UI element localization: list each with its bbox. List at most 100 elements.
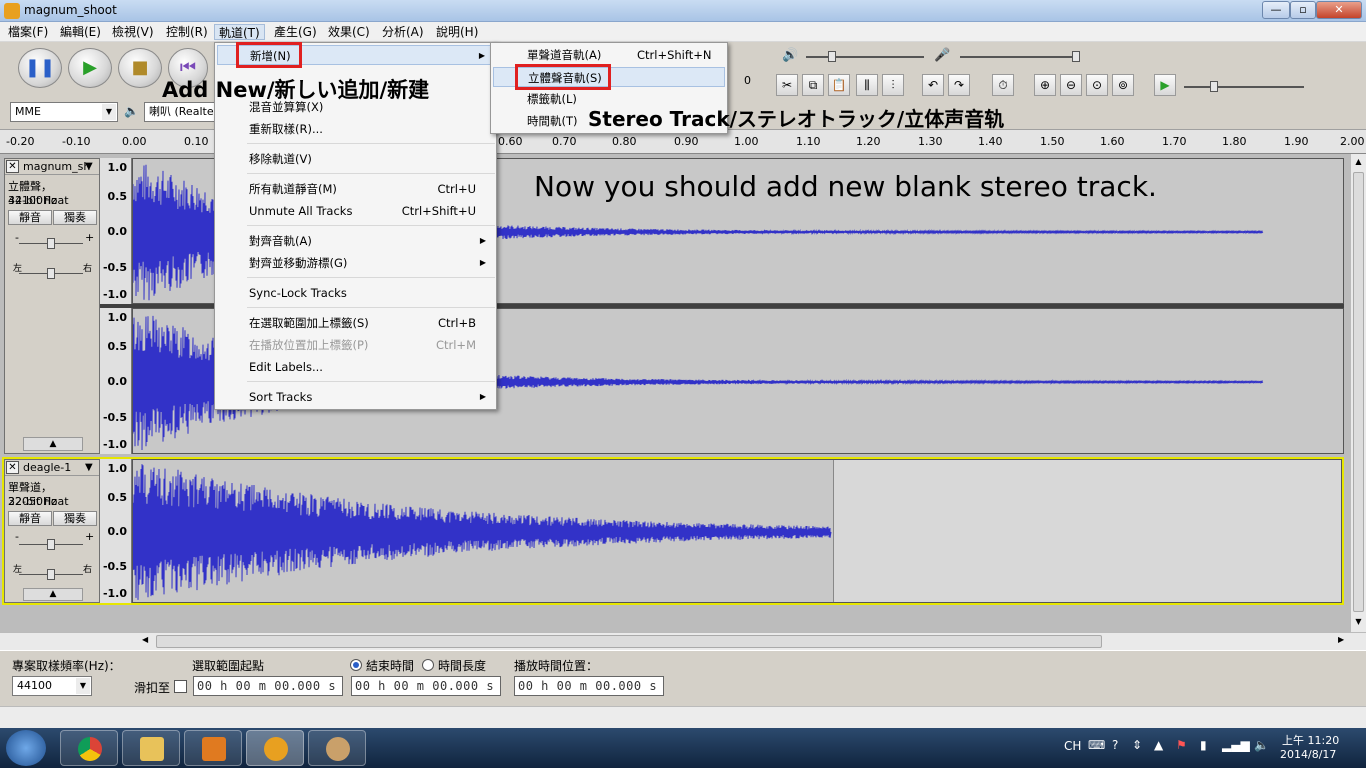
fit-selection-icon[interactable]: ⊙ xyxy=(1086,74,1108,96)
record-volume-slider[interactable] xyxy=(960,51,1080,62)
horizontal-scrollbar[interactable]: ◀ ▶ xyxy=(0,632,1366,650)
scroll-left-icon[interactable]: ◀ xyxy=(142,635,148,644)
menu-view[interactable]: 檢視(V) xyxy=(108,24,158,40)
slider-knob[interactable] xyxy=(47,569,55,580)
menu-control[interactable]: 控制(R) xyxy=(162,24,212,40)
collapse-track-button[interactable]: ▲ xyxy=(23,588,83,601)
playback-volume-slider[interactable] xyxy=(806,51,924,62)
track-menu-icon[interactable]: ▼ xyxy=(85,160,93,174)
close-button[interactable]: ✕ xyxy=(1316,1,1362,19)
menu-analyze[interactable]: 分析(A) xyxy=(378,24,428,40)
taskbar-paint[interactable] xyxy=(308,730,366,766)
project-rate-select[interactable]: 44100 ▼ xyxy=(12,676,92,696)
close-track-button[interactable]: ✕ xyxy=(6,160,19,173)
menu-item-unmute-all[interactable]: Unmute All Tracks Ctrl+Shift+U xyxy=(217,201,494,221)
menu-item-resample[interactable]: 重新取樣(R)... xyxy=(217,119,494,139)
track-name[interactable]: deagle-1 xyxy=(23,461,71,475)
start-button[interactable] xyxy=(6,730,46,766)
scroll-right-icon[interactable]: ▶ xyxy=(1338,635,1344,644)
submenu-item-mono-track[interactable]: 單聲道音軌(A) Ctrl+Shift+N xyxy=(493,45,725,65)
track-control-panel[interactable]: ✕ magnum_sh ▼ 立體聲，44100Hz 32-bit float 靜… xyxy=(4,158,100,454)
scroll-thumb[interactable] xyxy=(1353,172,1364,612)
menu-generate[interactable]: 產生(G) xyxy=(270,24,321,40)
solo-button[interactable]: 獨奏 xyxy=(53,511,97,526)
undo-icon[interactable]: ↶ xyxy=(922,74,944,96)
taskbar-audacity[interactable] xyxy=(246,730,304,766)
menu-item-mute-all[interactable]: 所有軌道靜音(M) Ctrl+U xyxy=(217,179,494,199)
gain-slider[interactable] xyxy=(19,539,83,550)
minimize-button[interactable]: — xyxy=(1262,1,1290,19)
slider-knob[interactable] xyxy=(1210,81,1218,92)
menu-file[interactable]: 檔案(F) xyxy=(4,24,52,40)
snap-to-checkbox[interactable] xyxy=(174,680,187,693)
signal-icon[interactable]: ▂▄▆ xyxy=(1222,738,1250,752)
slider-knob[interactable] xyxy=(47,539,55,550)
host-select[interactable]: MME ▼ xyxy=(10,102,118,122)
scroll-thumb[interactable] xyxy=(156,635,1102,648)
menu-help[interactable]: 說明(H) xyxy=(432,24,482,40)
menu-item-edit-labels[interactable]: Edit Labels... xyxy=(217,357,494,377)
output-device-select[interactable]: 喇叭 (Realte xyxy=(144,102,216,122)
menu-item-align-tracks[interactable]: 對齊音軌(A) ▶ xyxy=(217,231,494,251)
slider-knob[interactable] xyxy=(1072,51,1080,62)
silence-icon[interactable]: ⫶ xyxy=(882,74,904,96)
play-button[interactable]: ▶ xyxy=(68,48,112,88)
volume-icon[interactable]: 🔈 xyxy=(1254,738,1269,752)
track-control-panel[interactable]: ✕ deagle-1 ▼ 單聲道，22050Hz 32-bit float 靜音… xyxy=(4,459,100,603)
pause-button[interactable]: ❚❚ xyxy=(18,48,62,88)
scroll-down-icon[interactable]: ▼ xyxy=(1351,614,1366,630)
close-track-button[interactable]: ✕ xyxy=(6,461,19,474)
selection-end-time[interactable]: 00 h 00 m 00.000 s xyxy=(351,676,501,696)
menu-item-sort-tracks[interactable]: Sort Tracks ▶ xyxy=(217,387,494,407)
tray-icon[interactable]: ⇕ xyxy=(1132,738,1142,752)
menu-edit[interactable]: 編輯(E) xyxy=(56,24,105,40)
zoom-out-icon[interactable]: ⊖ xyxy=(1060,74,1082,96)
stop-button[interactable]: ■ xyxy=(118,48,162,88)
play-position-time[interactable]: 00 h 00 m 00.000 s xyxy=(514,676,664,696)
play-at-speed-icon[interactable]: ▶ xyxy=(1154,74,1176,96)
flag-icon[interactable]: ⚑ xyxy=(1176,738,1187,752)
length-radio[interactable] xyxy=(422,659,434,671)
menu-item-remove-tracks[interactable]: 移除軌道(V) xyxy=(217,149,494,169)
keyboard-icon[interactable]: ⌨ xyxy=(1088,738,1105,752)
menu-item-add-label-selection[interactable]: 在選取範圍加上標籤(S) Ctrl+B xyxy=(217,313,494,333)
show-hidden-icon[interactable]: ▲ xyxy=(1154,738,1163,752)
pan-slider[interactable] xyxy=(19,268,83,279)
scroll-up-icon[interactable]: ▲ xyxy=(1351,154,1366,170)
menu-item-sync-lock[interactable]: Sync-Lock Tracks xyxy=(217,283,494,303)
vertical-scrollbar[interactable]: ▲ ▼ xyxy=(1350,154,1366,632)
taskbar-media-player[interactable] xyxy=(184,730,242,766)
clock-time[interactable]: 上午 11:20 xyxy=(1282,732,1339,748)
track-menu-icon[interactable]: ▼ xyxy=(85,461,93,475)
slider-knob[interactable] xyxy=(47,268,55,279)
cut-icon[interactable]: ✂ xyxy=(776,74,798,96)
solo-button[interactable]: 獨奏 xyxy=(53,210,97,225)
taskbar-explorer[interactable] xyxy=(122,730,180,766)
end-time-radio[interactable] xyxy=(350,659,362,671)
pan-slider[interactable] xyxy=(19,569,83,580)
mute-button[interactable]: 靜音 xyxy=(8,511,52,526)
language-indicator[interactable]: CH xyxy=(1064,739,1081,753)
help-icon[interactable]: ? xyxy=(1112,738,1118,752)
clock-date[interactable]: 2014/8/17 xyxy=(1280,748,1336,761)
zoom-in-icon[interactable]: ⊕ xyxy=(1034,74,1056,96)
redo-icon[interactable]: ↷ xyxy=(948,74,970,96)
trim-icon[interactable]: ⫼ xyxy=(856,74,878,96)
menu-item-align-move-cursor[interactable]: 對齊並移動游標(G) ▶ xyxy=(217,253,494,273)
taskbar-chrome[interactable] xyxy=(60,730,118,766)
waveform-mono[interactable] xyxy=(132,459,1342,603)
battery-icon[interactable]: ▮ xyxy=(1200,738,1207,752)
slider-knob[interactable] xyxy=(828,51,836,62)
menu-tracks[interactable]: 軌道(T) xyxy=(214,24,265,40)
play-speed-slider[interactable] xyxy=(1184,81,1304,92)
gain-slider[interactable] xyxy=(19,238,83,249)
maximize-button[interactable]: ▫ xyxy=(1290,1,1316,19)
sync-lock-icon[interactable]: ⏱ xyxy=(992,74,1014,96)
paste-icon[interactable]: 📋 xyxy=(828,74,850,96)
mute-button[interactable]: 靜音 xyxy=(8,210,52,225)
slider-knob[interactable] xyxy=(47,238,55,249)
collapse-track-button[interactable]: ▲ xyxy=(23,437,83,451)
selection-start-time[interactable]: 00 h 00 m 00.000 s xyxy=(193,676,343,696)
menu-effect[interactable]: 效果(C) xyxy=(324,24,374,40)
track-name[interactable]: magnum_sh xyxy=(23,160,90,174)
